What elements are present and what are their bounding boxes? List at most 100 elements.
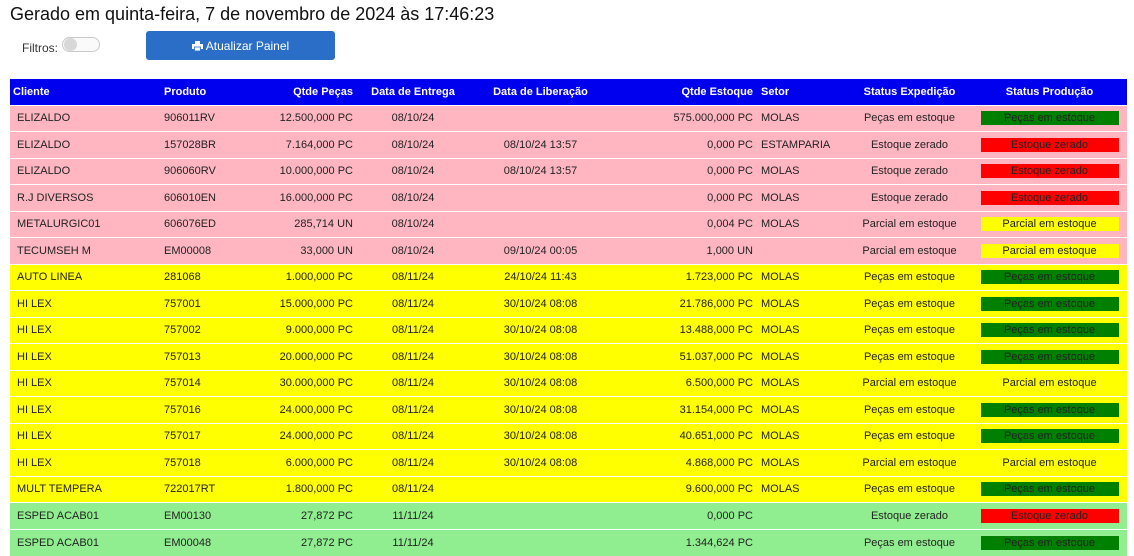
table-row[interactable]: AUTO LINEA 281068 1.000,000 PC 08/11/24 24/1… (10, 264, 1127, 291)
cell-qtde-estoque: 0,000 PC (707, 138, 753, 151)
column-header-status-producao[interactable]: Status Produção (972, 79, 1127, 105)
cell-qtde-pecas: 27,872 PC (301, 509, 353, 522)
cell-data-entrega: 08/10/24 (391, 138, 435, 151)
table-row[interactable]: HI LEX 757018 6.000,000 PC 08/11/24 30/10/24… (10, 449, 1127, 476)
table-body: ELIZALDO 906011RV 12.500,000 PC 08/10/24 575… (10, 105, 1127, 556)
refresh-panel-button[interactable]: Atualizar Painel (146, 31, 335, 60)
cell-cliente: ELIZALDO (17, 138, 71, 151)
cell-data-entrega: 08/10/24 (391, 191, 435, 204)
table-row[interactable]: MULT TEMPERA 722017RT 1.800,000 PC 08/11/24… (10, 476, 1127, 503)
cell-data-liberacao: 08/10/24 13:57 (503, 165, 578, 178)
status-producao-badge: Estoque zerado (980, 508, 1119, 523)
column-header-data-entrega[interactable]: Data de Entrega (357, 79, 469, 105)
cell-status-producao: Peças em estoque (972, 105, 1127, 132)
cell-status-expedicao: Peças em estoque (863, 112, 956, 125)
table-row[interactable]: HI LEX 757014 30.000,000 PC 08/11/24 30/10/2… (10, 370, 1127, 397)
column-header-produto[interactable]: Produto (160, 79, 252, 105)
cell-data-entrega: 08/11/24 (391, 430, 434, 443)
status-producao-badge: Peças em estoque (980, 270, 1119, 285)
cell-status-producao: Estoque zerado (972, 158, 1127, 185)
cell-produto: 606010EN (164, 191, 216, 204)
cell-qtde-pecas: 10.000,000 PC (279, 165, 353, 178)
cell-qtde-estoque: 0,000 PC (707, 509, 753, 522)
cell-status-producao: Peças em estoque (972, 264, 1127, 291)
table-row[interactable]: HI LEX 757017 24.000,000 PC 08/11/24 30/10/2… (10, 423, 1127, 450)
cell-produto: 906011RV (164, 112, 215, 125)
cell-data-liberacao: 30/10/24 08:08 (503, 403, 578, 416)
filters-toggle[interactable] (62, 37, 100, 52)
table-row[interactable]: TECUMSEH M EM00008 33,000 UN 08/10/24 09/10/… (10, 237, 1127, 265)
cell-data-entrega: 11/11/24 (392, 536, 434, 549)
column-header-qtde-estoque[interactable]: Qtde Estoque (612, 79, 757, 105)
cell-data-entrega: 11/11/24 (392, 509, 434, 522)
cell-qtde-estoque: 9.600,000 PC (685, 483, 753, 496)
cell-data-liberacao (469, 105, 612, 132)
cell-data-entrega: 08/11/24 (391, 350, 434, 363)
table-row[interactable]: R.J DIVERSOS 606010EN 16.000,000 PC 08/10/2… (10, 184, 1127, 212)
cell-status-expedicao: Parcial em estoque (862, 377, 957, 390)
production-table: Cliente Produto Qtde Peças Data de Entre… (10, 79, 1127, 556)
cell-data-liberacao: 30/10/24 08:08 (503, 377, 578, 390)
cell-status-expedicao: Peças em estoque (863, 350, 956, 363)
refresh-panel-label: Atualizar Painel (205, 38, 290, 53)
table-row[interactable]: HI LEX 757013 20.000,000 PC 08/11/24 30/10/2… (10, 343, 1127, 371)
cell-produto: 606076ED (164, 218, 216, 231)
cell-qtde-estoque: 0,000 PC (707, 191, 753, 204)
cell-qtde-estoque: 4.868,000 PC (685, 456, 753, 469)
table-row[interactable]: ESPED ACAB01 EM00048 27,872 PC 11/11/24 1.34… (10, 529, 1127, 556)
cell-cliente: HI LEX (17, 456, 52, 469)
cell-status-expedicao: Parcial em estoque (862, 244, 957, 257)
table-row[interactable]: ESPED ACAB01 EM00130 27,872 PC 11/11/24 0,00… (10, 502, 1127, 530)
cell-qtde-pecas: 6.000,000 PC (285, 456, 353, 469)
column-header-cliente[interactable]: Cliente (10, 79, 160, 105)
cell-cliente: MULT TEMPERA (17, 483, 102, 496)
cell-status-expedicao: Estoque zerado (870, 191, 949, 204)
cell-cliente: ESPED ACAB01 (17, 509, 99, 522)
cell-status-expedicao: Peças em estoque (863, 430, 956, 443)
column-header-setor[interactable]: Setor (757, 79, 847, 105)
cell-data-entrega: 08/10/24 (391, 244, 435, 257)
status-producao-badge: Parcial em estoque (980, 217, 1119, 232)
cell-data-liberacao: 09/10/24 00:05 (503, 244, 578, 257)
table-row[interactable]: HI LEX 757002 9.000,000 PC 08/11/24 30/10/24… (10, 317, 1127, 344)
status-producao-badge: Peças em estoque (980, 429, 1119, 444)
cell-data-entrega: 08/11/24 (391, 456, 434, 469)
cell-cliente: R.J DIVERSOS (17, 191, 94, 204)
cell-status-expedicao: Estoque zerado (870, 509, 949, 522)
cell-cliente: HI LEX (17, 297, 52, 310)
cell-data-liberacao: 08/10/24 13:57 (503, 138, 578, 151)
cell-data-entrega: 08/11/24 (391, 324, 434, 337)
column-header-qtde-pecas[interactable]: Qtde Peças (252, 79, 357, 105)
cell-produto: EM00130 (164, 509, 212, 522)
cell-qtde-pecas: 7.164,000 PC (285, 138, 353, 151)
status-producao-badge: Parcial em estoque (980, 243, 1119, 258)
cell-status-expedicao: Peças em estoque (863, 536, 956, 549)
cell-qtde-pecas: 16.000,000 PC (279, 191, 353, 204)
cell-setor (757, 503, 847, 530)
cell-data-liberacao (469, 185, 612, 212)
cell-setor: MOLAS (761, 483, 800, 496)
cell-status-producao: Estoque zerado (972, 503, 1127, 530)
table-row[interactable]: ELIZALDO 906011RV 12.500,000 PC 08/10/24 575… (10, 105, 1127, 132)
cell-setor: MOLAS (761, 165, 800, 178)
table-row[interactable]: HI LEX 757016 24.000,000 PC 08/11/24 30/10/2… (10, 396, 1127, 423)
status-producao-badge: Peças em estoque (980, 402, 1119, 417)
status-producao-badge: Parcial em estoque (980, 376, 1119, 391)
table-row[interactable]: METALURGIC01 606076ED 285,714 UN 08/10/24 0,… (10, 211, 1127, 238)
cell-status-producao: Peças em estoque (972, 344, 1127, 371)
cell-data-liberacao (469, 529, 612, 556)
table-row[interactable]: HI LEX 757001 15.000,000 PC 08/11/24 30/10/2… (10, 290, 1127, 317)
status-producao-badge: Peças em estoque (980, 323, 1119, 338)
cell-cliente: HI LEX (17, 350, 52, 363)
cell-qtde-pecas: 15.000,000 PC (279, 297, 353, 310)
cell-qtde-pecas: 33,000 UN (300, 244, 353, 257)
cell-status-producao: Parcial em estoque (972, 238, 1127, 265)
toggle-knob (64, 38, 77, 51)
table-row[interactable]: ELIZALDO 157028BR 7.164,000 PC 08/10/24 08/1… (10, 131, 1127, 158)
column-header-status-expedicao[interactable]: Status Expedição (847, 79, 972, 105)
status-producao-badge: Parcial em estoque (980, 455, 1119, 470)
column-header-data-liberacao[interactable]: Data de Liberação (469, 79, 612, 105)
status-producao-badge: Peças em estoque (980, 482, 1119, 497)
cell-setor: MOLAS (761, 218, 800, 231)
table-row[interactable]: ELIZALDO 906060RV 10.000,000 PC 08/10/24 08/… (10, 158, 1127, 185)
